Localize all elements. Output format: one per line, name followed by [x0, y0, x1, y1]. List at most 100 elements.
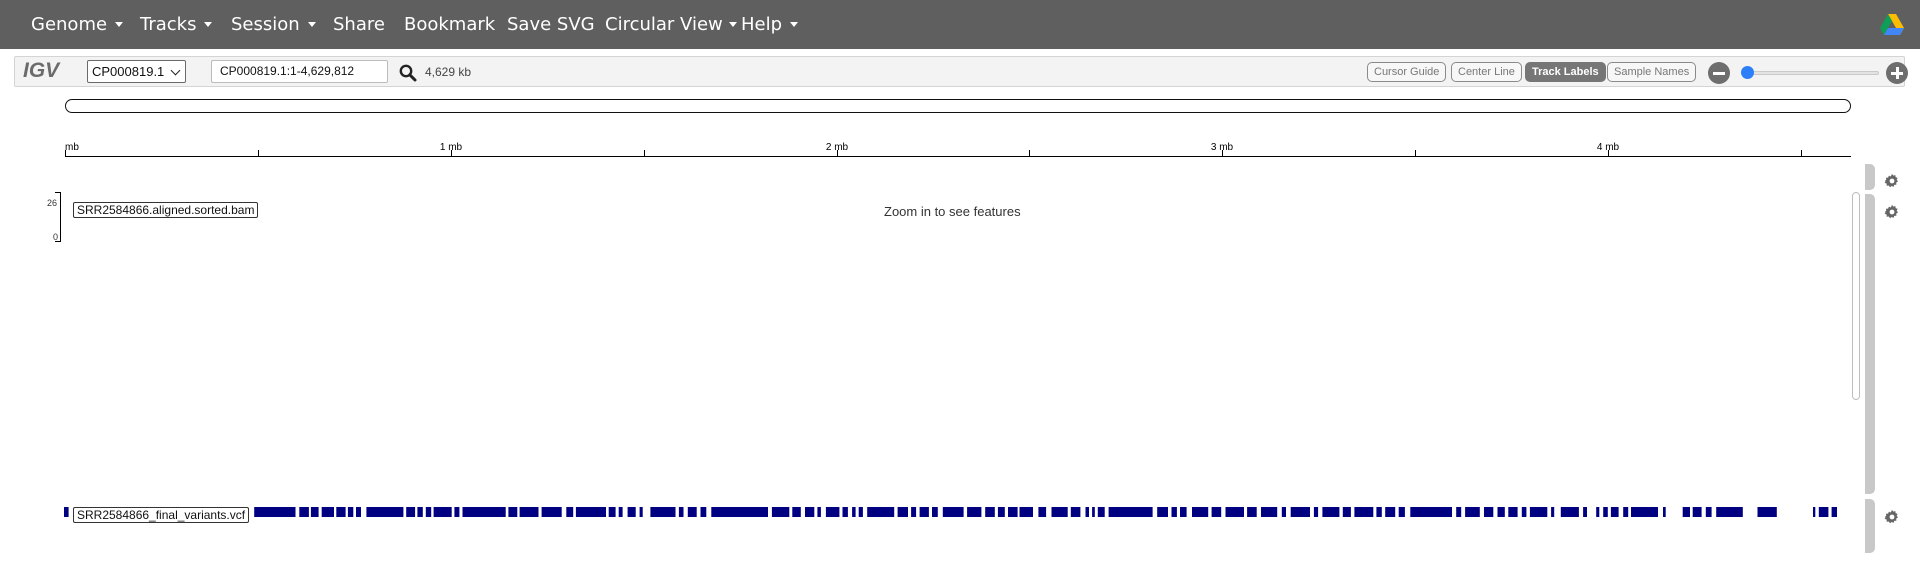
- variant-mark[interactable]: [678, 507, 684, 517]
- variant-mark[interactable]: [897, 507, 908, 517]
- variant-mark[interactable]: [942, 507, 964, 517]
- variant-mark[interactable]: [1192, 507, 1209, 517]
- variant-mark[interactable]: [711, 507, 768, 517]
- gear-icon[interactable]: [1884, 204, 1900, 220]
- menu-bookmark[interactable]: Bookmark: [404, 0, 495, 49]
- variant-mark[interactable]: [1484, 507, 1494, 517]
- variant-mark[interactable]: [454, 507, 460, 517]
- variant-mark[interactable]: [299, 507, 309, 517]
- track-labels-button[interactable]: Track Labels: [1525, 62, 1606, 82]
- variant-mark[interactable]: [1085, 507, 1090, 517]
- variant-mark[interactable]: [911, 507, 917, 517]
- vcf-track-scrollbar[interactable]: [1865, 499, 1875, 553]
- variant-mark[interactable]: [1157, 507, 1168, 517]
- chromosome-ideogram[interactable]: [65, 99, 1851, 113]
- variant-mark[interactable]: [1818, 507, 1829, 517]
- variant-mark[interactable]: [1038, 507, 1047, 517]
- variant-mark[interactable]: [1322, 507, 1340, 517]
- variant-mark[interactable]: [336, 507, 346, 517]
- variant-mark[interactable]: [321, 507, 334, 517]
- variant-mark[interactable]: [1225, 507, 1245, 517]
- variant-mark[interactable]: [310, 507, 319, 517]
- variant-mark[interactable]: [1583, 507, 1587, 517]
- variant-mark[interactable]: [618, 507, 623, 517]
- variant-mark[interactable]: [1376, 507, 1382, 517]
- variant-mark[interactable]: [1261, 507, 1278, 517]
- zoom-slider[interactable]: [1743, 71, 1879, 75]
- variant-mark[interactable]: [519, 507, 539, 517]
- variant-mark[interactable]: [1171, 507, 1177, 517]
- variant-mark[interactable]: [700, 507, 707, 517]
- variant-mark[interactable]: [1603, 507, 1608, 517]
- chromosome-select[interactable]: CP000819.1: [87, 60, 186, 83]
- google-drive-icon[interactable]: [1880, 14, 1904, 36]
- variant-mark[interactable]: [650, 507, 676, 517]
- variant-mark[interactable]: [366, 507, 404, 517]
- menu-help[interactable]: Help: [741, 0, 799, 49]
- variant-mark[interactable]: [1019, 507, 1034, 517]
- center-line-button[interactable]: Center Line: [1451, 62, 1522, 82]
- variant-mark[interactable]: [433, 507, 452, 517]
- variant-mark[interactable]: [64, 507, 69, 517]
- variant-mark[interactable]: [1813, 507, 1816, 517]
- genomic-ruler[interactable]: mb 1 mb 2 mb 3 mb 4 mb: [65, 140, 1851, 160]
- locus-search-input[interactable]: CP000819.1:1-4,629,812: [211, 60, 388, 83]
- variant-mark[interactable]: [1497, 507, 1505, 517]
- variant-mark[interactable]: [1097, 507, 1105, 517]
- variant-mark[interactable]: [1354, 507, 1374, 517]
- variant-mark[interactable]: [541, 507, 562, 517]
- variant-mark[interactable]: [1290, 507, 1310, 517]
- variant-mark[interactable]: [1631, 507, 1658, 517]
- variant-mark[interactable]: [508, 507, 518, 517]
- variant-mark[interactable]: [1757, 507, 1777, 517]
- variant-mark[interactable]: [997, 507, 1005, 517]
- vcf-track-label[interactable]: SRR2584866_final_variants.vcf: [73, 507, 250, 523]
- bam-track-label[interactable]: SRR2584866.aligned.sorted.bam: [73, 202, 259, 218]
- variant-mark[interactable]: [406, 507, 416, 517]
- gear-icon[interactable]: [1884, 509, 1900, 525]
- menu-tracks[interactable]: Tracks: [140, 0, 213, 49]
- variant-mark[interactable]: [1008, 507, 1018, 517]
- zoom-slider-thumb[interactable]: [1741, 66, 1754, 79]
- variant-mark[interactable]: [1560, 507, 1579, 517]
- menu-share[interactable]: Share: [333, 0, 385, 49]
- variant-mark[interactable]: [852, 507, 856, 517]
- variant-mark[interactable]: [425, 507, 432, 517]
- variant-mark[interactable]: [1456, 507, 1462, 517]
- variant-mark[interactable]: [1180, 507, 1187, 517]
- variant-mark[interactable]: [1682, 507, 1690, 517]
- cursor-guide-button[interactable]: Cursor Guide: [1367, 62, 1447, 82]
- variant-mark[interactable]: [1070, 507, 1081, 517]
- menu-circular-view[interactable]: Circular View: [605, 0, 737, 49]
- variant-mark[interactable]: [825, 507, 840, 517]
- search-icon[interactable]: [398, 63, 418, 83]
- variant-mark[interactable]: [254, 507, 296, 517]
- variant-mark[interactable]: [1398, 507, 1405, 517]
- variant-mark[interactable]: [356, 507, 361, 517]
- menu-save-svg[interactable]: Save SVG: [507, 0, 595, 49]
- variant-mark[interactable]: [1108, 507, 1153, 517]
- variant-mark[interactable]: [1831, 507, 1837, 517]
- variant-mark[interactable]: [1410, 507, 1452, 517]
- variant-mark[interactable]: [1508, 507, 1518, 517]
- variant-mark[interactable]: [792, 507, 801, 517]
- variant-mark[interactable]: [817, 507, 821, 517]
- variant-mark[interactable]: [1610, 507, 1619, 517]
- variant-mark[interactable]: [1623, 507, 1629, 517]
- variant-mark[interactable]: [566, 507, 574, 517]
- variant-mark[interactable]: [858, 507, 863, 517]
- variant-mark[interactable]: [1692, 507, 1702, 517]
- vcf-variant-track[interactable]: [64, 507, 1850, 520]
- bam-track-scrollbar[interactable]: [1865, 194, 1875, 494]
- variant-mark[interactable]: [1521, 507, 1527, 517]
- ruler-track-scrollbar[interactable]: [1865, 164, 1875, 190]
- variant-mark[interactable]: [608, 507, 616, 517]
- variant-mark[interactable]: [1247, 507, 1257, 517]
- variant-mark[interactable]: [462, 507, 506, 517]
- variant-mark[interactable]: [1385, 507, 1396, 517]
- variant-mark[interactable]: [1465, 507, 1480, 517]
- variant-mark[interactable]: [1705, 507, 1712, 517]
- variant-mark[interactable]: [1663, 507, 1666, 517]
- variant-mark[interactable]: [1551, 507, 1555, 517]
- variant-mark[interactable]: [919, 507, 929, 517]
